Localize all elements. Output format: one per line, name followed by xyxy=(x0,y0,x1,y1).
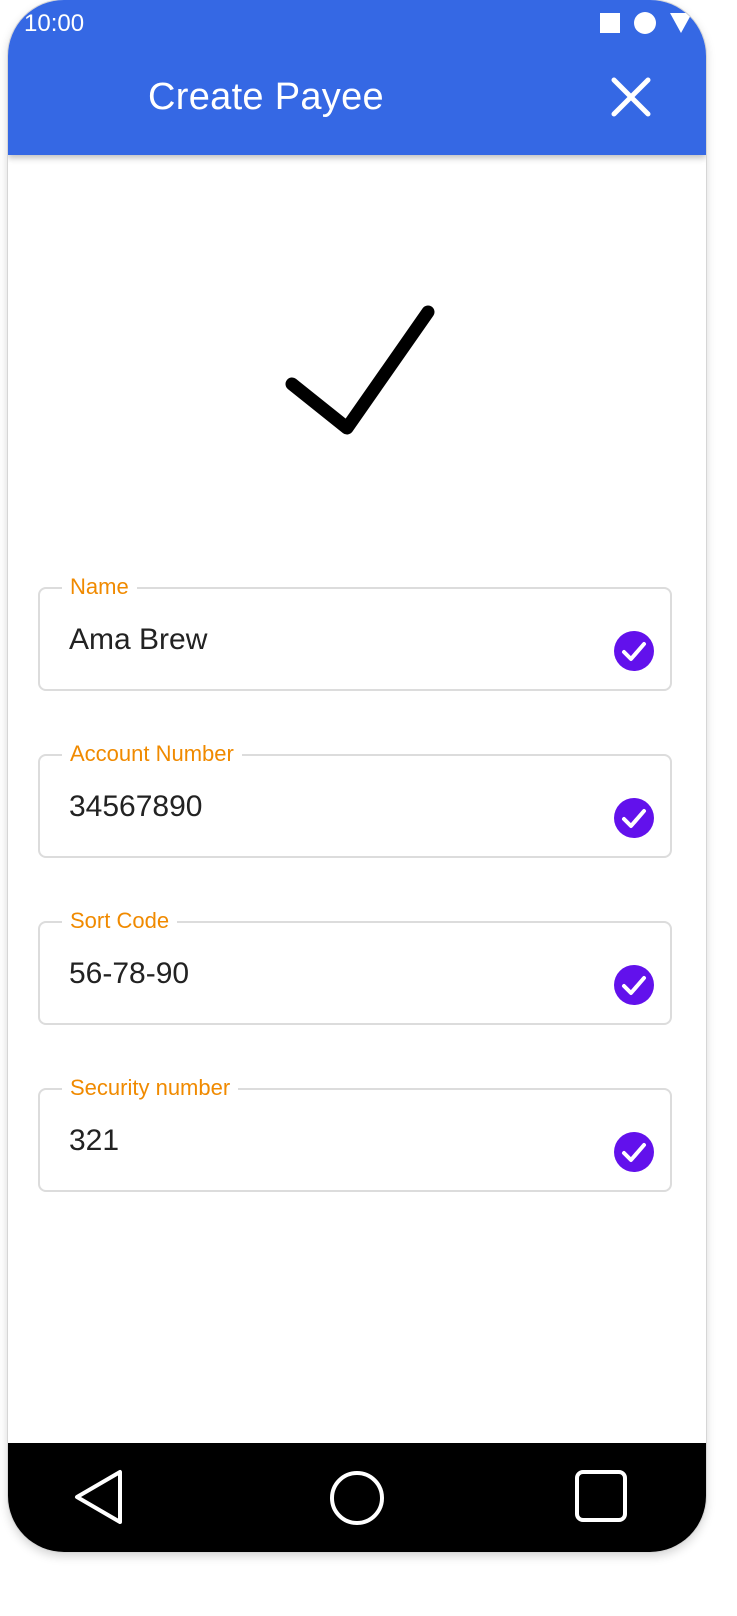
page-title: Create Payee xyxy=(148,76,384,118)
phone-screen: 10:00 Create Payee Name Account Number xyxy=(8,0,706,1552)
signal-triangle-icon xyxy=(670,13,692,33)
close-icon xyxy=(611,77,651,117)
sort-code-field[interactable]: Sort Code xyxy=(38,906,672,1025)
valid-check-icon xyxy=(614,798,654,838)
valid-check-icon xyxy=(614,965,654,1005)
valid-check-icon xyxy=(614,631,654,671)
sort-code-input[interactable] xyxy=(69,957,589,991)
system-nav-bar xyxy=(8,1443,706,1552)
valid-check-icon xyxy=(614,1132,654,1172)
sort-code-label: Sort Code xyxy=(62,906,178,936)
name-label: Name xyxy=(62,572,137,602)
close-button[interactable] xyxy=(608,74,654,120)
checkmark-icon xyxy=(285,305,435,435)
success-checkmark xyxy=(285,298,445,453)
security-number-input[interactable] xyxy=(69,1124,589,1158)
status-icons xyxy=(600,12,692,34)
recents-button[interactable] xyxy=(574,1469,628,1528)
status-time: 10:00 xyxy=(24,10,85,37)
account-number-label: Account Number xyxy=(62,739,242,769)
account-number-input[interactable] xyxy=(69,790,589,824)
back-button[interactable] xyxy=(72,1469,128,1530)
recents-icon xyxy=(575,1470,627,1522)
account-number-field[interactable]: Account Number xyxy=(38,739,672,858)
security-number-field[interactable]: Security number xyxy=(38,1073,672,1192)
name-input[interactable] xyxy=(69,623,589,657)
stop-square-icon xyxy=(600,13,620,33)
name-field[interactable]: Name xyxy=(38,572,672,691)
home-button[interactable] xyxy=(328,1469,386,1532)
back-icon xyxy=(75,1470,122,1524)
home-icon xyxy=(330,1471,384,1525)
security-number-label: Security number xyxy=(62,1073,239,1103)
app-bar: 10:00 Create Payee xyxy=(8,0,706,155)
record-circle-icon xyxy=(634,12,656,34)
